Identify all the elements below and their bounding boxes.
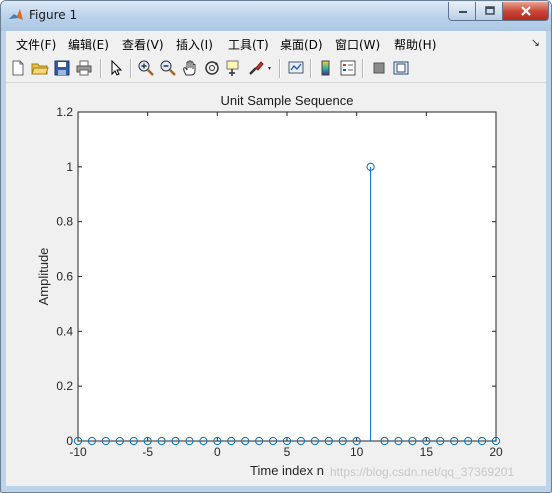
x-tick-label: 20	[489, 445, 503, 459]
stem-plot[interactable]: Unit Sample Sequence-10 -5 0 5 10 15 2000.20.4…	[6, 83, 546, 486]
y-axis-label: Amplitude	[36, 248, 51, 306]
axes-box	[77, 111, 497, 442]
colorbar-icon[interactable]	[317, 59, 335, 77]
menu-view[interactable]: 查看(V)	[122, 36, 164, 53]
y-tick-label: 1	[66, 160, 73, 174]
menu-bar: 文件(F) 编辑(E) 查看(V) 插入(I) 工具(T) 桌面(D) 窗口(W…	[6, 31, 546, 55]
watermark-text: https://blog.csdn.net/qq_37369201	[330, 465, 515, 479]
figure-canvas: Unit Sample Sequence -10 -5 0 5 10 15 20 0 0.2 0.4…	[6, 83, 546, 486]
menu-window[interactable]: 窗口(W)	[335, 36, 380, 53]
menu-insert[interactable]: 插入(I)	[176, 36, 213, 53]
x-tick-label: 10	[350, 445, 364, 459]
x-tick-label: -5	[142, 445, 153, 459]
menu-help[interactable]: 帮助(H)	[394, 36, 436, 53]
toolbar-separator	[100, 59, 102, 78]
zoom-in-icon[interactable]	[137, 59, 155, 77]
window-title: Figure 1	[29, 8, 78, 22]
toolbar-separator	[279, 59, 281, 78]
pan-hand-icon[interactable]	[181, 59, 199, 77]
rotate-3d-icon[interactable]	[203, 59, 221, 77]
zoom-out-icon[interactable]	[159, 59, 177, 77]
toolbar-separator	[362, 59, 364, 78]
minimize-icon	[458, 11, 467, 13]
toolbar-separator	[310, 59, 312, 78]
x-tick-label: 15	[420, 445, 434, 459]
menu-desktop[interactable]: 桌面(D)	[280, 36, 323, 53]
maximize-icon	[484, 6, 495, 15]
x-axis-label: Time index n	[250, 463, 324, 478]
y-tick-label: 0.4	[56, 324, 73, 338]
toolbar-separator	[130, 59, 132, 78]
y-tick-label: 0.6	[56, 270, 73, 284]
y-tick-label: 0.8	[56, 215, 73, 229]
new-figure-icon[interactable]	[9, 59, 27, 77]
y-tick-label: 0.2	[56, 379, 73, 393]
save-icon[interactable]	[53, 59, 71, 77]
matlab-logo-icon	[9, 9, 23, 20]
y-tick-label: 0	[66, 434, 73, 448]
chart-title: Unit Sample Sequence	[221, 93, 354, 108]
select-pointer-icon[interactable]	[107, 59, 125, 77]
x-tick-label: 0	[214, 445, 221, 459]
legend-icon[interactable]	[339, 59, 357, 77]
minimize-button[interactable]	[448, 2, 477, 21]
open-file-icon[interactable]	[31, 59, 49, 77]
close-icon	[520, 6, 531, 16]
menu-tools[interactable]: 工具(T)	[228, 36, 269, 53]
figure-toolbar	[6, 55, 546, 83]
show-plot-tools-icon[interactable]	[392, 59, 410, 77]
x-tick-label: 5	[284, 445, 291, 459]
hide-plot-tools-icon[interactable]	[370, 59, 388, 77]
title-bar[interactable]: Figure 1	[1, 1, 551, 31]
menu-edit[interactable]: 编辑(E)	[68, 36, 109, 53]
y-tick-label: 1.2	[56, 105, 73, 119]
maximize-button[interactable]	[475, 2, 504, 21]
menu-dock-arrow-icon[interactable]: ↘	[531, 36, 540, 49]
data-cursor-icon[interactable]	[225, 59, 243, 77]
link-plot-icon[interactable]	[287, 59, 305, 77]
figure-window: Figure 1 文件(F) 编辑(E) 查看(V) 插入(I) 工具(T) 桌…	[0, 0, 552, 493]
brush-icon[interactable]	[247, 59, 273, 77]
print-icon[interactable]	[75, 59, 93, 77]
menu-file[interactable]: 文件(F)	[16, 36, 56, 53]
close-button[interactable]	[502, 2, 549, 21]
